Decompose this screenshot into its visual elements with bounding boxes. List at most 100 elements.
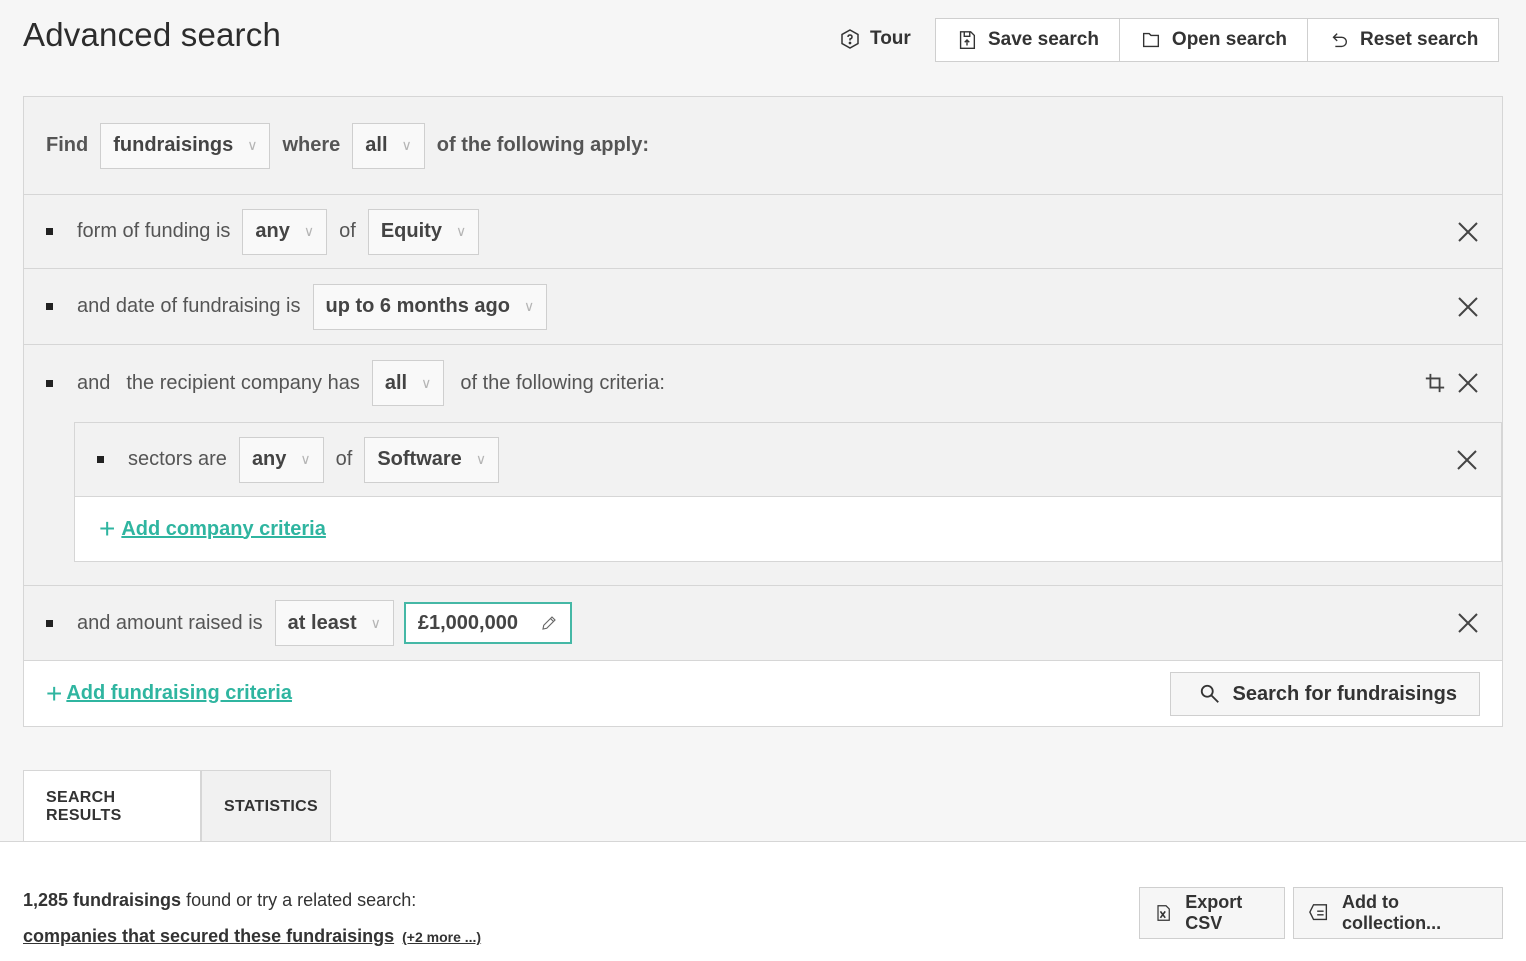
results-tabs: SEARCH RESULTS STATISTICS <box>23 770 331 842</box>
close-icon[interactable] <box>1456 295 1480 319</box>
amount-op-select[interactable]: at least ∨ <box>274 600 394 646</box>
save-search-button[interactable]: Save search <box>936 19 1120 61</box>
open-search-button[interactable]: Open search <box>1120 19 1309 61</box>
results-count-suffix: found or try a related search: <box>186 890 417 910</box>
close-icon[interactable] <box>1456 371 1480 395</box>
related-search: companies that secured these fundraising… <box>23 926 481 947</box>
chevron-down-icon: ∨ <box>247 137 258 153</box>
entity-value: fundraisings <box>113 134 234 156</box>
find-label: Find <box>46 134 89 156</box>
export-csv-label: Export CSV <box>1185 892 1243 933</box>
search-icon <box>1200 684 1219 703</box>
bullet <box>46 619 53 627</box>
match-select[interactable]: all ∨ <box>352 122 425 169</box>
entity-select[interactable]: fundraisings ∨ <box>100 122 271 169</box>
amount-op-value: at least <box>287 611 357 634</box>
results-count: 1,285 fundraisings <box>23 890 182 910</box>
chevron-down-icon: ∨ <box>370 614 381 631</box>
reset-icon <box>1332 33 1347 48</box>
tab-search-results[interactable]: SEARCH RESULTS <box>23 770 201 842</box>
open-search-label: Open search <box>1171 29 1288 50</box>
sectors-value: Software <box>377 448 462 470</box>
bullet <box>97 456 104 463</box>
date-value: up to 6 months ago <box>325 295 510 317</box>
amount-label: and amount raised is <box>77 611 263 634</box>
more-related-link[interactable]: (+2 more ...) <box>402 929 481 945</box>
search-button-label: Search for fundraisings <box>1232 682 1458 705</box>
plus-icon: + <box>46 677 63 709</box>
add-company-criteria-link[interactable]: Add company criteria <box>121 518 326 541</box>
where-label: where <box>282 134 341 156</box>
of-label: of <box>339 220 356 242</box>
company-criteria-group: sectors are any ∨ of Software ∨ + Add co… <box>74 422 1502 562</box>
page-title: Advanced search <box>23 16 281 53</box>
sectors-value-select[interactable]: Software ∨ <box>364 436 500 483</box>
add-company-criteria-row: + Add company criteria <box>75 497 1501 561</box>
company-op-value: all <box>384 371 408 394</box>
excel-icon <box>1157 905 1170 921</box>
save-search-label: Save search <box>988 29 1099 50</box>
match-value: all <box>365 134 388 156</box>
pencil-icon <box>542 616 556 630</box>
funding-value: Equity <box>380 220 442 242</box>
bullet <box>46 379 53 387</box>
plus-icon: + <box>99 513 116 544</box>
folder-icon <box>1142 32 1159 48</box>
tour-button[interactable]: Tour <box>838 24 911 54</box>
add-fundraising-criteria-link[interactable]: Add fundraising criteria <box>66 682 292 705</box>
crop-icon[interactable] <box>1424 372 1446 394</box>
tab-statistics[interactable]: STATISTICS <box>201 770 331 842</box>
close-icon[interactable] <box>1456 611 1480 635</box>
reset-search-button[interactable]: Reset search <box>1308 19 1498 61</box>
export-csv-button[interactable]: Export CSV <box>1139 887 1285 939</box>
collection-icon <box>1309 904 1328 921</box>
of-label: of <box>335 448 353 470</box>
tour-label: Tour <box>870 28 911 49</box>
related-search-link[interactable]: companies that secured these fundraising… <box>23 926 394 947</box>
find-row: Find fundraisings ∨ where all ∨ of the f… <box>24 97 1502 195</box>
sectors-op-value: any <box>251 448 287 470</box>
chevron-down-icon: ∨ <box>401 137 412 153</box>
criteria-row-date: and date of fundraising is up to 6 month… <box>24 269 1502 345</box>
company-suffix: of the following criteria: <box>460 371 665 394</box>
bullet <box>46 228 53 235</box>
criteria-row-sectors: sectors are any ∨ of Software ∨ <box>75 423 1501 497</box>
date-select[interactable]: up to 6 months ago ∨ <box>312 283 548 330</box>
chevron-down-icon: ∨ <box>421 374 432 391</box>
criteria-row-funding: form of funding is any ∨ of Equity ∨ <box>24 195 1502 269</box>
reset-search-label: Reset search <box>1360 29 1479 50</box>
add-fundraising-row: + Add fundraising criteria Search for fu… <box>24 661 1502 726</box>
chevron-down-icon: ∨ <box>523 298 535 314</box>
results-area: 1,285 fundraisings found or try a relate… <box>0 841 1526 961</box>
chevron-down-icon: ∨ <box>303 223 315 239</box>
company-op-select[interactable]: all ∨ <box>371 360 445 406</box>
funding-op-select[interactable]: any ∨ <box>242 208 328 255</box>
criteria-row-company: and the recipient company has all ∨ of t… <box>24 345 1502 421</box>
sectors-op-select[interactable]: any ∨ <box>238 436 324 483</box>
search-button[interactable]: Search for fundraisings <box>1169 672 1480 716</box>
save-icon <box>959 31 976 49</box>
company-label: the recipient company has <box>126 371 360 394</box>
funding-op-value: any <box>255 220 290 242</box>
chevron-down-icon: ∨ <box>455 223 467 239</box>
close-icon[interactable] <box>1455 448 1479 472</box>
criteria-row-amount: and amount raised is at least ∨ £1,000,0… <box>24 585 1502 661</box>
close-icon[interactable] <box>1456 220 1480 244</box>
add-to-collection-label: Add to collection... <box>1342 892 1442 933</box>
add-to-collection-button[interactable]: Add to collection... <box>1293 887 1503 939</box>
bullet <box>46 303 53 310</box>
sectors-label: sectors are <box>128 448 227 470</box>
funding-value-select[interactable]: Equity ∨ <box>367 208 480 255</box>
funding-label: form of funding is <box>77 220 231 242</box>
amount-input[interactable]: £1,000,000 <box>403 602 572 644</box>
amount-value: £1,000,000 <box>417 611 518 634</box>
chevron-down-icon: ∨ <box>300 451 311 467</box>
query-builder: Find fundraisings ∨ where all ∨ of the f… <box>23 96 1503 727</box>
tour-icon <box>841 29 859 49</box>
chevron-down-icon: ∨ <box>475 451 487 467</box>
results-count-line: 1,285 fundraisings found or try a relate… <box>23 890 416 911</box>
search-toolbar: Save search Open search Reset search <box>935 18 1500 62</box>
and-label: and <box>77 371 111 394</box>
date-label: and date of fundraising is <box>77 295 301 317</box>
apply-label: of the following apply: <box>436 134 649 156</box>
